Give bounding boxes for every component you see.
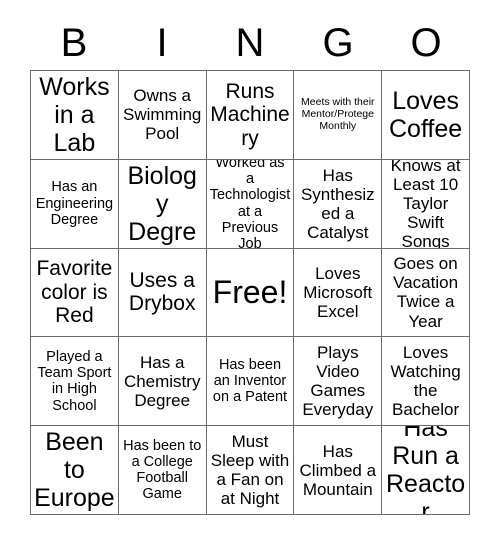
bingo-cell-label: Uses a Drybox <box>128 268 196 316</box>
header-letter-b: B <box>60 21 88 65</box>
header-letter-g: G <box>322 21 354 65</box>
bingo-cell-label: Must Sleep with a Fan on at Night <box>210 432 290 509</box>
bingo-cell[interactable]: Has been to a College Football Game <box>118 426 207 515</box>
bingo-cell-label: Loves Microsoft Excel <box>303 263 373 321</box>
bingo-cell[interactable]: Loves Coffee <box>382 71 470 160</box>
bingo-cell-label: Has been to a College Football Game <box>123 437 202 503</box>
bingo-cell[interactable]: Has Synthesized a Catalyst <box>294 159 383 249</box>
bingo-cell[interactable]: Been to Europe <box>31 426 119 515</box>
bingo-cell-label: Been to Europe <box>34 428 115 513</box>
bingo-cell-label: Free! <box>212 273 288 310</box>
bingo-cell[interactable]: Owns a Swimming Pool <box>118 71 207 160</box>
bingo-cell[interactable]: Loves Watching the Bachelor <box>382 337 470 427</box>
bingo-cell-label: Plays Video Games Everyday <box>302 343 374 420</box>
header-letter-o: O <box>410 21 442 65</box>
bingo-cell[interactable]: Worked as a Technologist at a Previous J… <box>206 159 295 249</box>
bingo-cell-label: Has Synthesized a Catalyst <box>300 165 375 242</box>
bingo-cell[interactable]: Played a Team Sport in High School <box>31 337 119 427</box>
bingo-cell-label: Has Run a Reactor <box>385 426 466 515</box>
bingo-cell-label: Owns a Swimming Pool <box>122 86 202 144</box>
bingo-cell-label: Has an Engineering Degree <box>35 179 114 228</box>
bingo-cell[interactable]: Knows at Least 10 Taylor Swift Songs <box>382 159 470 249</box>
bingo-cell-label: Worked as a Technologist at a Previous J… <box>209 159 291 249</box>
bingo-grid: Works in a Lab Owns a Swimming Pool Runs… <box>30 70 470 515</box>
bingo-cell-label: Runs Machinery <box>210 79 290 150</box>
bingo-cell-label: Has a Biology Degree <box>127 160 197 248</box>
bingo-cell[interactable]: Uses a Drybox <box>118 248 207 338</box>
bingo-cell[interactable]: Meets with their Mentor/Protege Monthly <box>294 71 383 160</box>
bingo-cell[interactable]: Works in a Lab <box>31 71 119 160</box>
bingo-cell-label: Loves Watching the Bachelor <box>390 343 461 420</box>
bingo-cell-label: Played a Team Sport in High School <box>37 348 112 414</box>
header-letter-n: N <box>235 21 265 65</box>
bingo-cell-label: Meets with their Mentor/Protege Monthly <box>301 96 375 132</box>
bingo-card: B I N G O Works in a Lab Owns a Swimming… <box>0 0 500 544</box>
header-letter-i: I <box>156 21 168 65</box>
bingo-cell-free[interactable]: Free! <box>206 248 295 338</box>
bingo-cell-label: Favorite color is Red <box>36 257 113 328</box>
bingo-header: B I N G O <box>30 16 470 70</box>
bingo-cell-label: Has been an Inventor on a Patent <box>212 356 288 406</box>
bingo-cell[interactable]: Has a Chemistry Degree <box>118 337 207 427</box>
bingo-cell-label: Knows at Least 10 Taylor Swift Songs <box>390 159 461 249</box>
bingo-cell[interactable]: Runs Machinery <box>206 71 295 160</box>
bingo-cell-label: Works in a Lab <box>39 72 110 157</box>
bingo-cell[interactable]: Goes on Vacation Twice a Year <box>382 248 470 338</box>
bingo-cell[interactable]: Plays Video Games Everyday <box>294 337 383 427</box>
bingo-cell-label: Loves Coffee <box>388 86 463 143</box>
bingo-cell[interactable]: Has been an Inventor on a Patent <box>206 337 295 427</box>
bingo-cell[interactable]: Favorite color is Red <box>31 248 119 338</box>
bingo-cell[interactable]: Has Run a Reactor <box>382 426 470 515</box>
bingo-cell[interactable]: Has a Biology Degree <box>118 159 207 249</box>
bingo-cell[interactable]: Must Sleep with a Fan on at Night <box>206 426 295 515</box>
bingo-cell-label: Has Climbed a Mountain <box>299 441 377 499</box>
bingo-cell-label: Has a Chemistry Degree <box>123 352 201 410</box>
bingo-cell[interactable]: Has Climbed a Mountain <box>294 426 383 515</box>
bingo-cell[interactable]: Has an Engineering Degree <box>31 159 119 249</box>
bingo-cell[interactable]: Loves Microsoft Excel <box>294 248 383 338</box>
bingo-cell-label: Goes on Vacation Twice a Year <box>393 254 459 331</box>
